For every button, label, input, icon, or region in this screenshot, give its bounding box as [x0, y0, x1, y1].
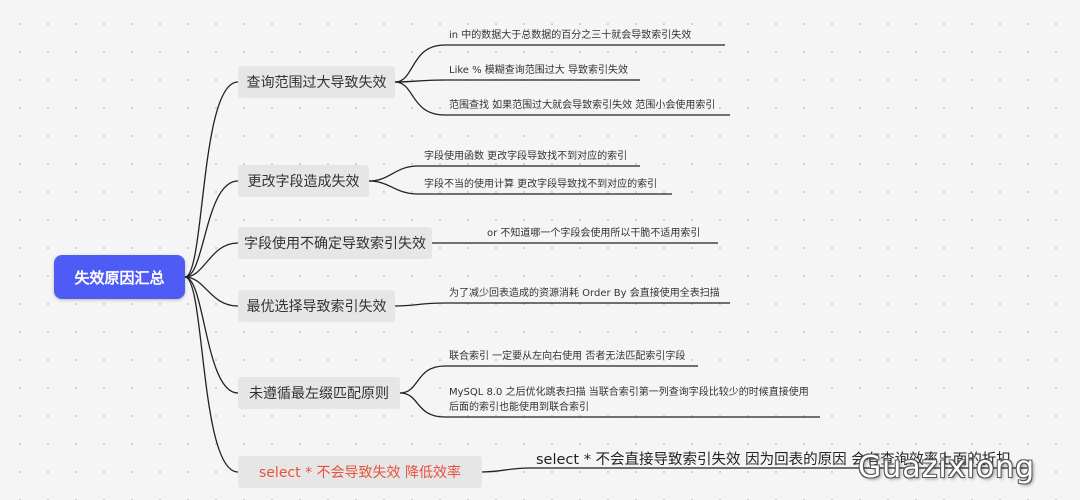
- branch-uncertain-field[interactable]: 字段使用不确定导致索引失效: [238, 227, 432, 259]
- branch-select-star[interactable]: select * 不会导致失效 降低效率: [238, 456, 482, 488]
- leaf-or-field[interactable]: or 不知道哪一个字段会使用所以干脆不适用索引: [487, 226, 700, 241]
- branch-leftmost-prefix[interactable]: 未遵循最左缀匹配原则: [238, 377, 400, 409]
- leaf-field-calc[interactable]: 字段不当的使用计算 更改字段导致找不到对应的索引: [424, 177, 657, 192]
- leaf-like-fuzzy[interactable]: Like % 模糊查询范围过大 导致索引失效: [449, 63, 628, 78]
- leaf-left-to-right[interactable]: 联合索引 一定要从左向右使用 否者无法匹配索引字段: [449, 349, 685, 364]
- leaf-mysql-skip-scan-cont[interactable]: 后面的索引也能使用到联合索引: [449, 400, 589, 415]
- leaf-in-percent[interactable]: in 中的数据大于总数据的百分之三十就会导致索引失效: [449, 28, 691, 43]
- leaf-order-by[interactable]: 为了减少回表造成的资源消耗 Order By 会直接使用全表扫描: [449, 286, 720, 301]
- leaf-field-function[interactable]: 字段使用函数 更改字段导致找不到对应的索引: [424, 149, 627, 164]
- watermark-text: Guazixiong: [858, 450, 1036, 485]
- connector-root-b1: [184, 81, 239, 278]
- connector-b4-l1: [394, 302, 730, 307]
- root-node[interactable]: 失效原因汇总: [54, 255, 185, 299]
- connector-b1-l2: [394, 79, 640, 83]
- connector-root-b6: [184, 276, 239, 473]
- branch-query-range[interactable]: 查询范围过大导致失效: [238, 66, 395, 98]
- leaf-range-lookup[interactable]: 范围查找 如果范围过大就会导致索引失效 范围小会使用索引: [449, 98, 715, 113]
- branch-optimal-choice[interactable]: 最优选择导致索引失效: [238, 290, 395, 322]
- leaf-mysql-skip-scan[interactable]: MySQL 8.0 之后优化跳表扫描 当联合索引第一列查询字段比较少的时候直接使…: [449, 385, 809, 400]
- branch-field-change[interactable]: 更改字段造成失效: [238, 165, 369, 197]
